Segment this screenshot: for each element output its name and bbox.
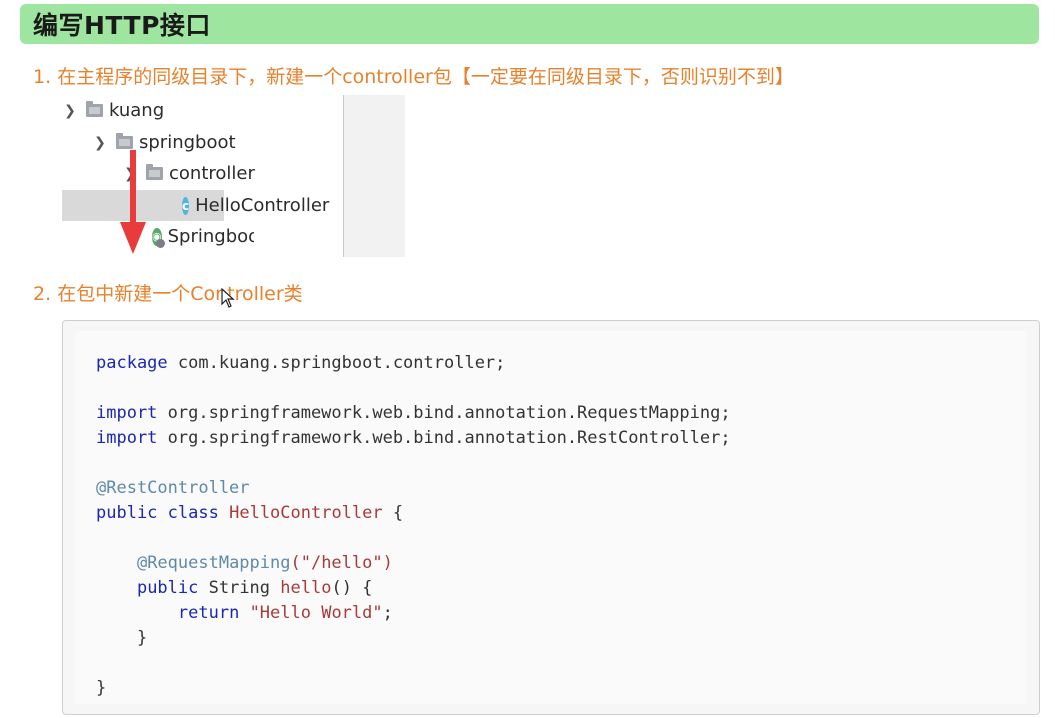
code-token: com.kuang.springboot.controller;	[167, 353, 506, 373]
chevron-down-icon[interactable]: ❯	[62, 103, 78, 119]
code-token: package	[96, 353, 168, 373]
code-block: package com.kuang.springboot.controller;…	[62, 320, 1040, 715]
step-1-number: 1.	[33, 66, 52, 88]
tree-item-label: springboot	[139, 132, 236, 153]
tree-item-label: kuang	[109, 100, 165, 121]
spring-boot-app-icon: ◉	[152, 227, 165, 248]
code-token: ;	[382, 603, 393, 623]
java-class-icon: c	[182, 196, 190, 215]
step-2-text: 在包中新建一个Controller类	[57, 283, 303, 305]
code-token: }	[136, 628, 148, 648]
code-token: }	[96, 678, 107, 698]
code-token: import	[96, 403, 158, 423]
code-token: return	[177, 603, 240, 623]
folder-icon	[146, 164, 163, 180]
tree-item-kuang[interactable]: ❯ kuang	[62, 95, 344, 126]
code-token: import	[96, 428, 158, 448]
tree-item-controller[interactable]: ❯ controller	[62, 158, 344, 189]
folder-icon	[116, 133, 133, 149]
code-token: String	[198, 578, 281, 598]
mouse-cursor-icon	[221, 288, 235, 308]
code-token: org.springframework.web.bind.annotation.…	[157, 428, 731, 448]
code-token: org.springframework.web.bind.annotation.…	[157, 403, 731, 423]
code-text: package com.kuang.springboot.controller;…	[96, 351, 731, 701]
code-token: public	[136, 578, 199, 598]
code-token: @RequestMapping	[136, 553, 291, 573]
code-token: hello	[280, 578, 332, 598]
step-1: 1. 在主程序的同级目录下，新建一个controller包【一定要在同级目录下，…	[33, 62, 794, 89]
code-token: class	[167, 503, 219, 523]
code-token: () {	[331, 578, 373, 598]
step-1-text: 在主程序的同级目录下，新建一个controller包【一定要在同级目录下，否则识…	[57, 66, 794, 88]
project-tree: ❯ kuang ❯ springboot ❯ controller c Hell…	[62, 95, 344, 257]
code-token: ("/hello")	[290, 553, 393, 573]
tree-item-label: HelloController	[195, 195, 330, 216]
section-heading-bar: 编写HTTP接口	[20, 4, 1039, 44]
step-2-number: 2.	[33, 283, 52, 305]
code-token: HelloController	[229, 503, 383, 523]
code-token: "Hello World"	[249, 603, 383, 623]
tree-item-springboot[interactable]: ❯ springboot	[62, 127, 344, 158]
folder-icon	[86, 101, 103, 117]
code-token: {	[382, 503, 404, 523]
tree-item-label: controller	[169, 163, 255, 184]
code-token: public	[96, 503, 158, 523]
step-2: 2. 在包中新建一个Controller类	[33, 279, 303, 306]
section-heading: 编写HTTP接口	[33, 11, 211, 40]
tree-item-springboot01hello[interactable]: ◉ Springboot01Hello	[62, 221, 254, 252]
tree-gutter	[344, 95, 405, 257]
code-token: @RestController	[96, 478, 250, 498]
chevron-down-icon[interactable]: ❯	[92, 135, 108, 151]
code-block-inner: package com.kuang.springboot.controller;…	[75, 331, 1027, 704]
red-arrow-icon	[120, 150, 146, 254]
tree-item-label: Springboot01Hello	[167, 226, 254, 247]
